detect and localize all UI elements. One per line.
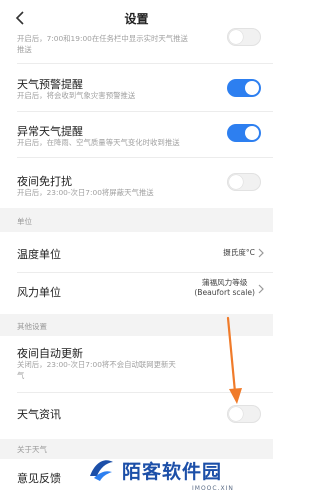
page-title: 设置	[124, 12, 149, 26]
section-label: 关于天气	[17, 445, 47, 454]
setting-row-night-auto-update[interactable]: 夜间自动更新 关闭后，23:00-次日7:00将不会自动联网更新天 气	[0, 336, 273, 388]
setting-title: 风力单位	[17, 286, 61, 299]
section-header-units: 单位	[0, 208, 273, 232]
setting-desc-line2: 气	[17, 371, 25, 380]
setting-desc: 开启后，在降雨、空气质量等天气变化时收到推送	[17, 138, 180, 147]
watermark-logo-icon	[90, 460, 113, 481]
divider	[17, 111, 273, 112]
setting-desc: 开启后，7:00和19:00在任务栏中显示实时天气推送	[17, 34, 188, 43]
setting-row-abnormal-weather[interactable]: 异常天气提醒 开启后，在降雨、空气质量等天气变化时收到推送	[0, 113, 273, 155]
setting-desc: 开启后，将会收到气象灾害预警推送	[17, 91, 136, 100]
setting-row-temperature-unit[interactable]: 温度单位 摄氏度°C	[0, 232, 273, 272]
setting-title: 温度单位	[17, 248, 61, 261]
watermark-subtext: IMOOC.XIN	[192, 485, 234, 492]
divider	[17, 63, 273, 64]
setting-row-weather-warning[interactable]: 天气预警提醒 开启后，将会收到气象灾害预警推送	[0, 66, 273, 106]
divider	[17, 157, 273, 158]
chevron-right-icon	[258, 284, 264, 294]
weather-news-toggle[interactable]	[227, 405, 261, 423]
abnormal-weather-toggle[interactable]	[227, 124, 261, 142]
site-watermark: 陌客软件园 IMOOC.XIN	[70, 440, 273, 500]
setting-row-night-dnd[interactable]: 夜间免打扰 开启后，23:00-次日7:00将屏蔽天气推送	[0, 160, 273, 202]
setting-title: 意见反馈	[17, 472, 61, 485]
chevron-right-icon	[258, 248, 264, 258]
section-header-other: 其他设置	[0, 314, 273, 336]
wind-unit-value: 蒲福风力等级 (Beaufort scale)	[194, 278, 255, 298]
setting-desc: 开启后，23:00-次日7:00将屏蔽天气推送	[17, 188, 154, 197]
setting-desc-cont: 推送	[17, 45, 32, 54]
setting-row-wind-unit[interactable]: 风力单位 蒲福风力等级 (Beaufort scale)	[0, 273, 273, 308]
setting-desc-line1: 关闭后，23:00-次日7:00将不会自动联网更新天	[17, 360, 176, 369]
temperature-unit-value: 摄氏度°C	[223, 248, 255, 257]
setting-row-daily-push[interactable]: 开启后，7:00和19:00在任务栏中显示实时天气推送 推送	[0, 28, 273, 62]
wind-unit-value-line1: 蒲福风力等级	[201, 278, 248, 287]
section-label: 单位	[17, 217, 32, 226]
setting-title: 天气资讯	[17, 408, 61, 421]
weather-warning-toggle[interactable]	[227, 79, 261, 97]
daily-push-toggle[interactable]	[227, 28, 261, 46]
watermark-text: 陌客软件园	[122, 461, 223, 483]
night-dnd-toggle[interactable]	[227, 173, 261, 191]
setting-row-weather-news[interactable]: 天气资讯	[0, 395, 273, 431]
wind-unit-value-line2: (Beaufort scale)	[194, 288, 255, 297]
section-label: 其他设置	[17, 322, 47, 331]
divider	[17, 392, 273, 393]
